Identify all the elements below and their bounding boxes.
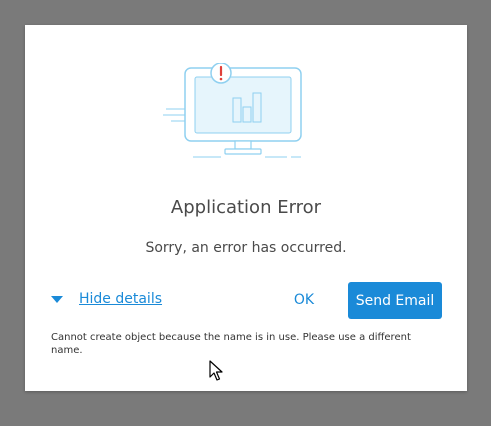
mouse-pointer-icon bbox=[209, 360, 223, 382]
error-dialog: Application Error Sorry, an error has oc… bbox=[25, 25, 467, 391]
hide-details-link[interactable]: Hide details bbox=[79, 291, 162, 307]
hide-details-toggle[interactable]: Hide details bbox=[51, 291, 162, 307]
monitor-error-icon bbox=[163, 62, 313, 167]
error-message: Sorry, an error has occurred. bbox=[145, 240, 347, 256]
send-email-button[interactable]: Send Email bbox=[348, 282, 442, 319]
error-detail-text: Cannot create object because the name is… bbox=[51, 332, 411, 356]
dialog-title: Application Error bbox=[170, 197, 322, 218]
ok-button[interactable]: OK bbox=[283, 283, 325, 317]
caret-down-icon[interactable] bbox=[51, 295, 63, 303]
